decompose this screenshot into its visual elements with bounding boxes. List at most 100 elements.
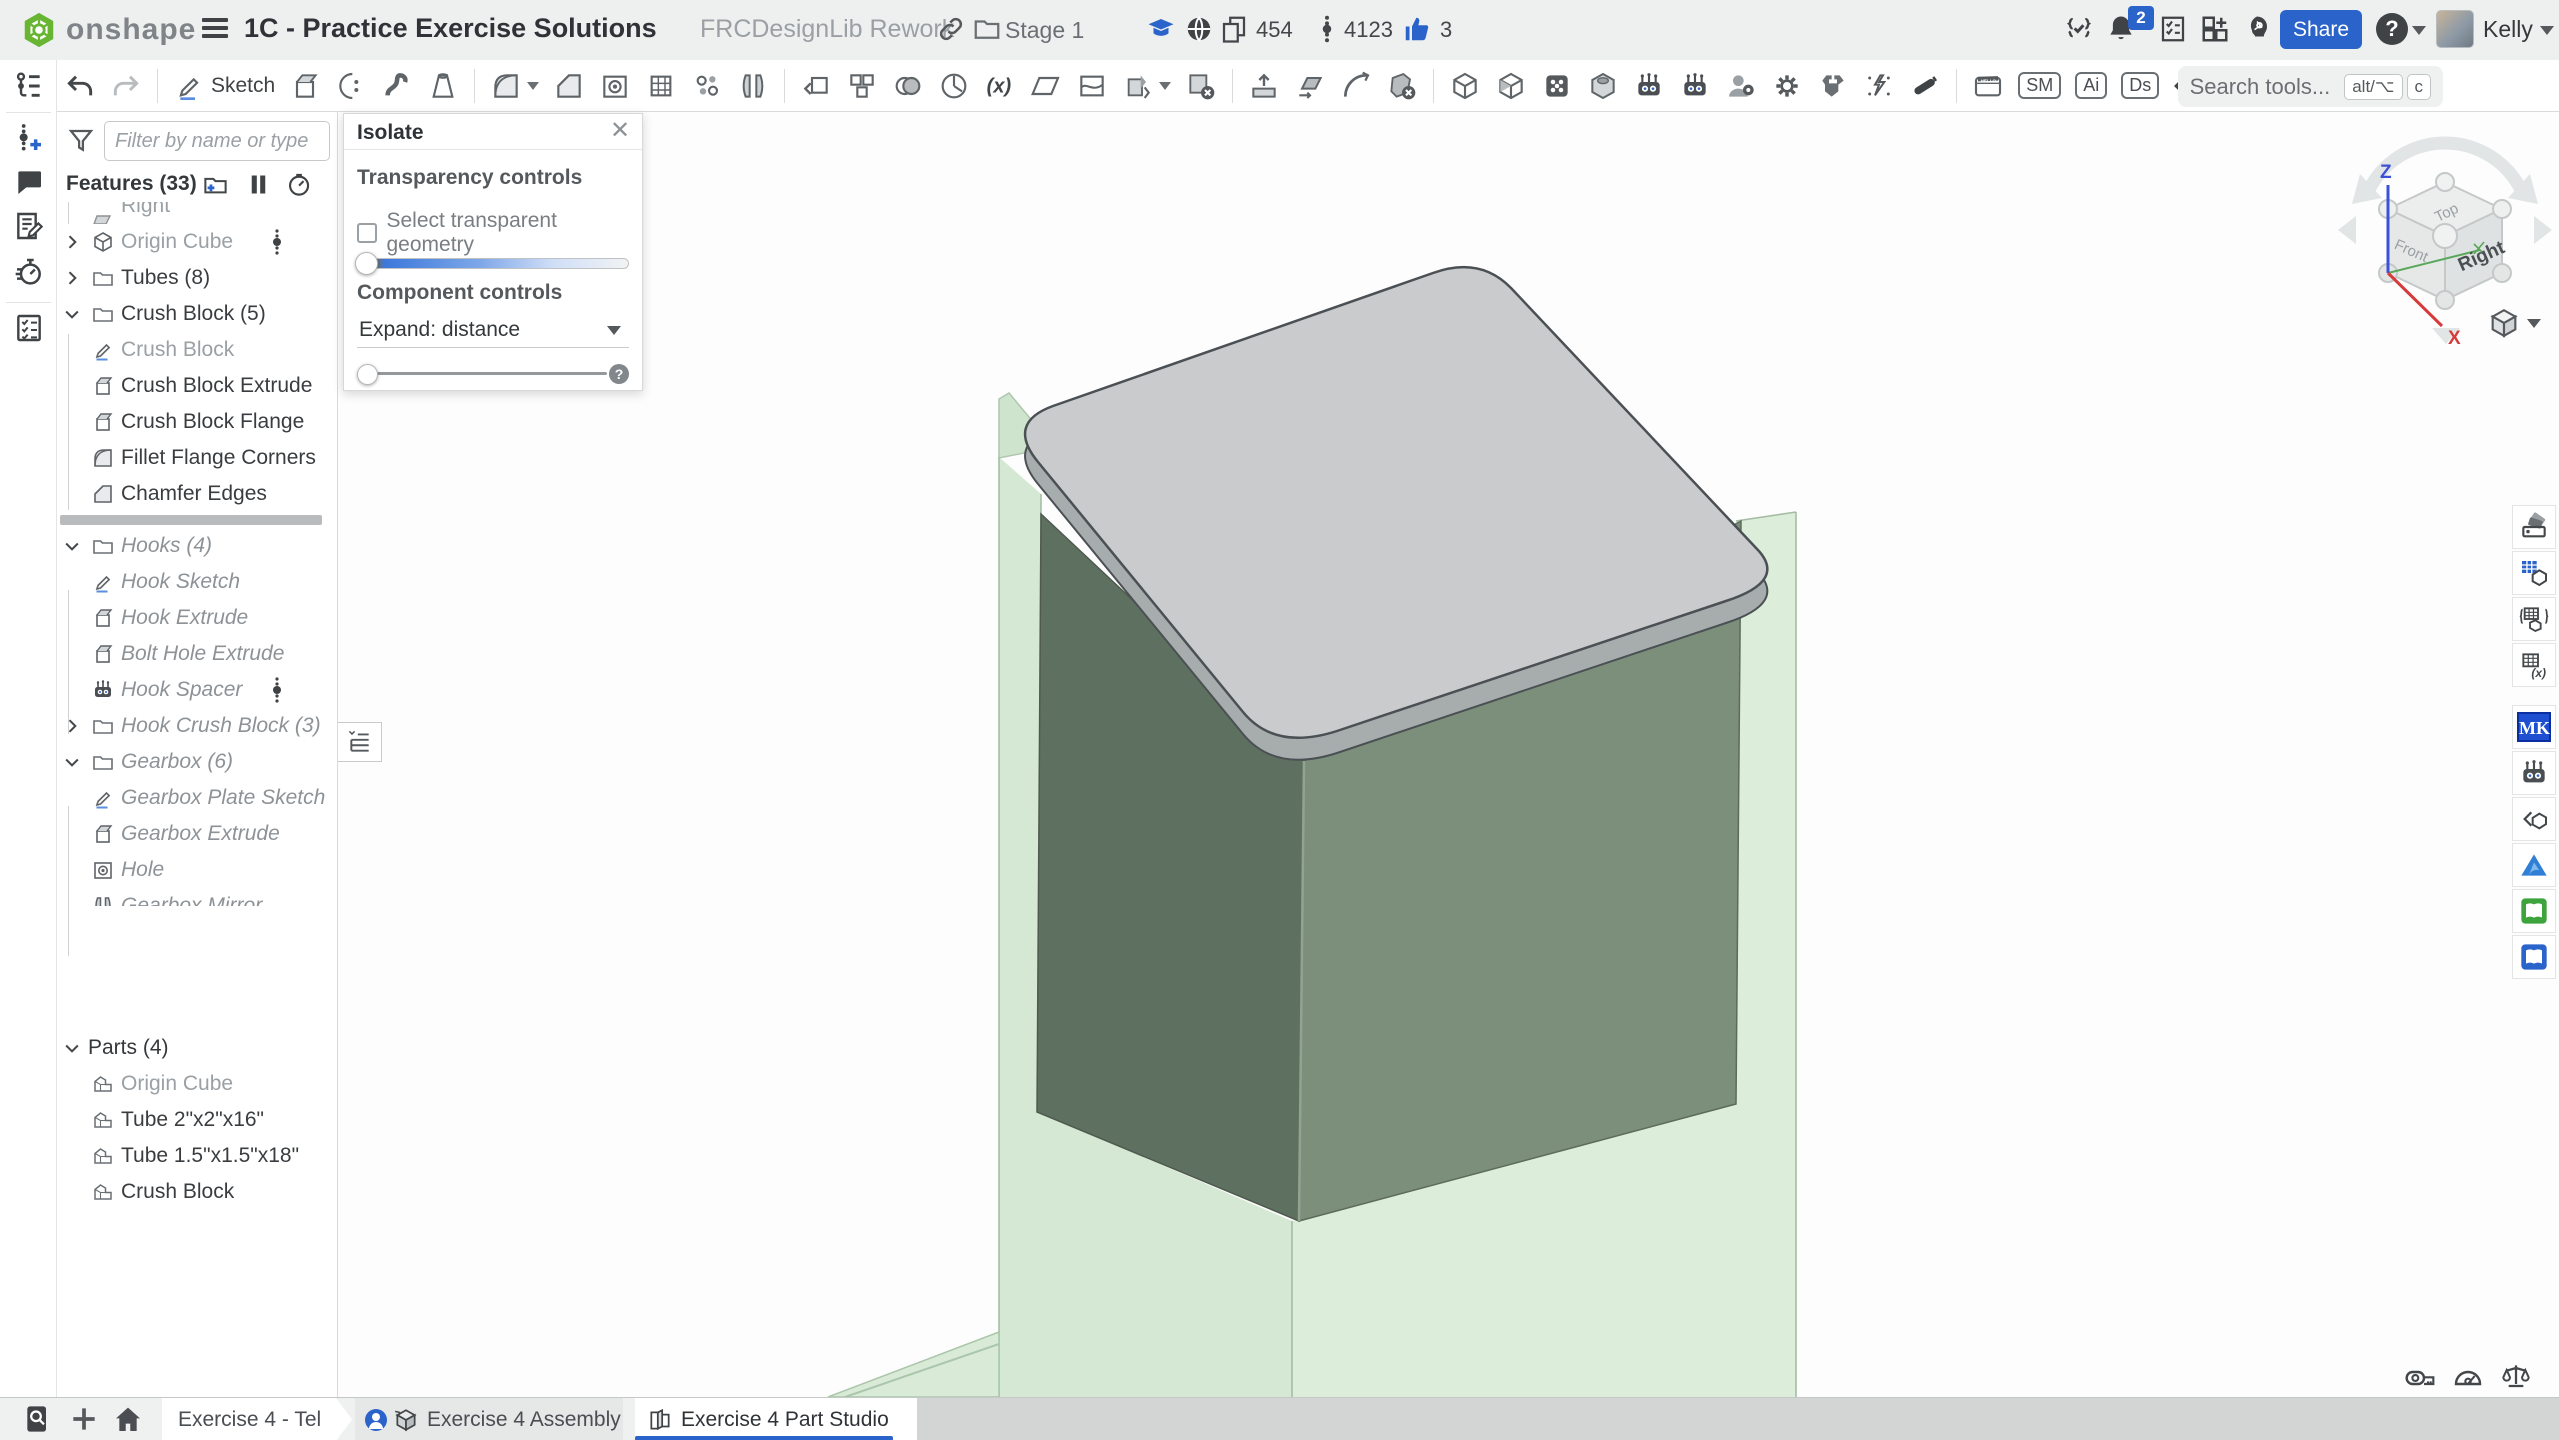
search-tabs-icon[interactable]	[22, 1403, 54, 1435]
part-row[interactable]: Tube 2"x2"x16"	[57, 1102, 338, 1138]
feature-row[interactable]: Hook Extrude	[57, 600, 338, 636]
tab-exercise-4-tel[interactable]: Exercise 4 - Tel	[162, 1398, 352, 1440]
mirror-button[interactable]	[737, 70, 769, 102]
add-folder-icon[interactable]	[202, 171, 229, 198]
configuration-variables[interactable]: (x)	[2512, 643, 2556, 687]
comments-icon[interactable]	[13, 166, 45, 198]
feature-row[interactable]: Hooks (4)	[57, 528, 338, 564]
pause-updates-icon[interactable]	[245, 171, 272, 198]
view-options-button[interactable]	[2487, 305, 2549, 341]
library-green[interactable]	[2512, 889, 2556, 933]
document-title[interactable]: 1C - Practice Exercise Solutions	[244, 13, 657, 44]
slider-help-icon[interactable]: ?	[609, 364, 629, 384]
chevron-right-icon[interactable]	[62, 232, 82, 252]
part-row[interactable]: Crush Block	[57, 1174, 338, 1210]
mate-connector-icon[interactable]	[1312, 14, 1342, 44]
learning-center-icon[interactable]	[2242, 14, 2272, 44]
hamburger-menu-icon[interactable]	[202, 18, 228, 42]
chevron-right-icon[interactable]	[62, 268, 82, 288]
rollback-bar[interactable]	[57, 512, 338, 528]
configuration-table[interactable]	[2512, 551, 2556, 595]
checklist-panel-icon[interactable]	[13, 312, 45, 344]
derived-panel[interactable]	[2512, 797, 2556, 841]
feature-row[interactable]: Gearbox Extrude	[57, 816, 338, 852]
part-row[interactable]: Origin Cube	[57, 1066, 338, 1102]
loft-button[interactable]	[427, 70, 459, 102]
tape-measure-icon[interactable]	[2404, 1360, 2436, 1392]
feature-row[interactable]: Gearbox Plate Sketch	[57, 780, 338, 816]
feature-filter-input[interactable]	[104, 121, 330, 161]
feature-row[interactable]: Gearbox Mirror	[57, 888, 338, 906]
checkbox[interactable]	[357, 223, 377, 243]
bend-button[interactable]	[1340, 70, 1372, 102]
document-notes-icon[interactable]	[13, 210, 45, 242]
dice-button[interactable]	[1541, 70, 1573, 102]
robot-feature-2-button[interactable]	[1679, 70, 1711, 102]
helix-button[interactable]	[938, 70, 970, 102]
home-icon[interactable]	[112, 1403, 144, 1435]
thicken-button[interactable]	[1248, 70, 1280, 102]
rollback-history-icon[interactable]	[285, 171, 312, 198]
feature-row[interactable]: Hole	[57, 852, 338, 888]
copies-icon[interactable]	[1219, 14, 1249, 44]
feature-row[interactable]: Chamfer Edges	[57, 476, 338, 512]
add-tab-icon[interactable]	[68, 1403, 100, 1435]
thumbs-up-icon[interactable]	[1402, 14, 1432, 44]
appearance-swatches[interactable]	[2512, 505, 2556, 549]
part-row[interactable]: Tube 1.5"x1.5"x18"	[57, 1138, 338, 1174]
mate-connector-add-icon[interactable]	[13, 122, 45, 154]
tab-exercise-4-part-studio[interactable]: Exercise 4 Part Studio	[635, 1398, 917, 1440]
link-icon[interactable]	[936, 14, 966, 44]
search-tools[interactable]: Search tools... alt/⌥ c	[2178, 66, 2443, 107]
versions-check-icon[interactable]	[2064, 14, 2094, 44]
mass-properties-scale-icon[interactable]	[2500, 1360, 2532, 1392]
tube-feature-button[interactable]	[1495, 70, 1527, 102]
chevron-down-icon[interactable]	[62, 1038, 82, 1058]
ai-badge-button[interactable]: Ai	[2075, 72, 2107, 99]
app-store-icon[interactable]	[2200, 14, 2230, 44]
feature-row[interactable]: Crush Block	[57, 332, 338, 368]
user-name[interactable]: Kelly	[2483, 16, 2533, 43]
protractor-icon[interactable]	[2452, 1360, 2484, 1392]
replace-face-dropdown-caret-icon[interactable]	[1159, 82, 1171, 90]
sketch-button[interactable]: Sketch	[173, 70, 275, 102]
mate-connector-icon[interactable]	[269, 676, 285, 704]
library-blue[interactable]	[2512, 935, 2556, 979]
sheet-metal-badge-button[interactable]: SM	[2018, 72, 2061, 99]
expand-distance-slider[interactable]: ?	[357, 362, 629, 386]
extrude-button[interactable]	[289, 70, 321, 102]
graphics-viewport[interactable]: Z X Top Front Right	[338, 112, 2559, 1397]
feature-row[interactable]: Crush Block (5)	[57, 296, 338, 332]
help-button[interactable]: ?	[2376, 13, 2408, 45]
mk-badge[interactable]: MK	[2512, 705, 2556, 749]
mate-connector-icon[interactable]	[269, 228, 285, 256]
robot-feature-1-button[interactable]	[1633, 70, 1665, 102]
variable-button[interactable]: (x)	[984, 70, 1016, 102]
feature-row[interactable]: Hook Crush Block (3)	[57, 708, 338, 744]
feature-row[interactable]: Fillet Flange Corners	[57, 440, 338, 476]
onshape-logo-icon[interactable]	[20, 11, 58, 49]
feature-row[interactable]: Bolt Hole Extrude	[57, 636, 338, 672]
feature-list-flyout-handle[interactable]	[338, 722, 382, 762]
sweep-button[interactable]	[381, 70, 413, 102]
replace-face-button[interactable]	[1122, 70, 1171, 102]
configuration-braces[interactable]	[2512, 597, 2556, 641]
robot-panel[interactable]	[2512, 751, 2556, 795]
boolean-button[interactable]	[892, 70, 924, 102]
hole-button[interactable]	[599, 70, 631, 102]
feature-row[interactable]: Gearbox (6)	[57, 744, 338, 780]
spark-feature-button[interactable]	[1863, 70, 1895, 102]
tab-exercise-4-assembly[interactable]: Exercise 4 Assembly	[355, 1398, 623, 1440]
plane-button[interactable]	[1030, 70, 1062, 102]
filter-funnel-icon[interactable]	[66, 126, 96, 156]
ds-badge-button[interactable]: Ds	[2121, 72, 2159, 99]
feature-row[interactable]: Crush Block Flange	[57, 404, 338, 440]
share-button[interactable]: Share	[2280, 10, 2362, 49]
move-face-button[interactable]	[1294, 70, 1326, 102]
user-avatar[interactable]	[2436, 10, 2474, 48]
breadcrumb[interactable]: Stage 1	[1005, 17, 1084, 44]
chamfer-button[interactable]	[553, 70, 585, 102]
frame-feature-button[interactable]	[1817, 70, 1849, 102]
user-menu-caret-icon[interactable]	[2540, 26, 2554, 35]
marker-button[interactable]	[1909, 70, 1941, 102]
